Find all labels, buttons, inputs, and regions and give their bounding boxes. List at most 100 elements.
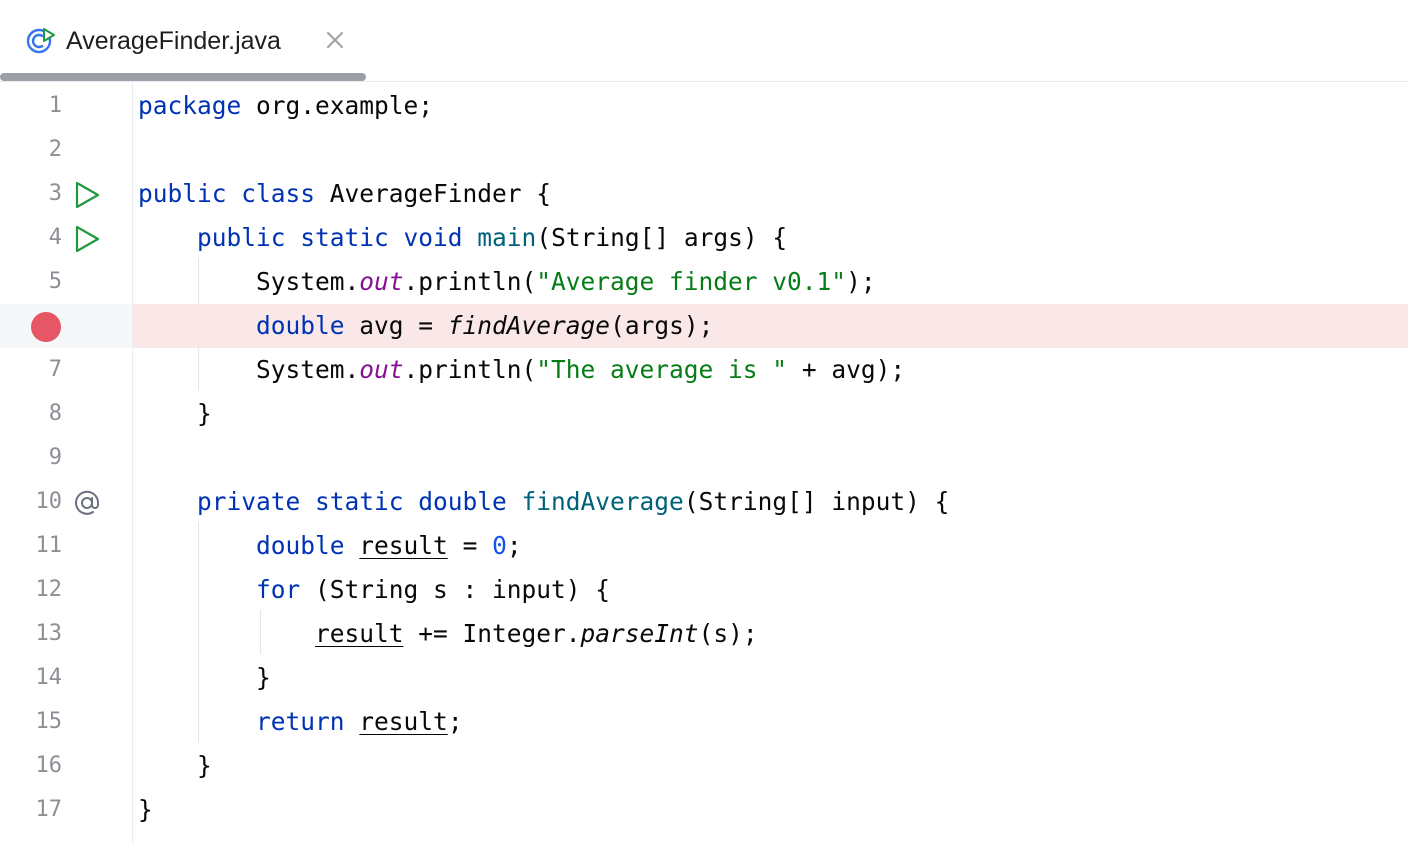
line-number[interactable]: 4 xyxy=(0,216,62,260)
line-number[interactable]: 3 xyxy=(0,172,62,216)
code-token-ul: result xyxy=(315,619,404,648)
code-token-ul: result xyxy=(359,707,448,736)
editor-tab-bar: AverageFinder.java xyxy=(0,0,1408,82)
code-line[interactable]: 13 result += Integer.parseInt(s); xyxy=(0,612,1408,656)
code-token: = xyxy=(447,531,493,560)
code-token-kw: public class xyxy=(138,179,316,208)
code-line[interactable]: 17} xyxy=(0,788,1408,832)
code-token-ital: parseInt xyxy=(580,619,699,648)
code-line[interactable]: 12 for (String s : input) { xyxy=(0,568,1408,612)
code-token-kw: for xyxy=(256,575,301,604)
code-text[interactable]: private static double findAverage(String… xyxy=(138,480,949,524)
code-token: (String[] args) { xyxy=(536,223,788,252)
code-editor[interactable]: 1 package org.example; 2 3 public class Aver… xyxy=(0,82,1408,844)
line-number[interactable]: 13 xyxy=(0,612,63,656)
line-number[interactable]: 14 xyxy=(0,656,63,700)
code-token: ); xyxy=(846,267,876,296)
code-token-kw: private static double xyxy=(197,487,507,516)
line-number[interactable]: 2 xyxy=(0,128,62,172)
usages-icon[interactable] xyxy=(72,488,102,518)
line-number[interactable]: 10 xyxy=(0,480,63,524)
code-token-mdecl: findAverage xyxy=(521,487,684,516)
code-token: } xyxy=(138,795,153,824)
code-line[interactable]: 11 double result = 0; xyxy=(0,524,1408,568)
code-token-kw: package xyxy=(138,91,242,120)
breakpoint-icon[interactable] xyxy=(31,312,61,342)
code-line-breakpoint[interactable]: double avg = findAverage(args); xyxy=(0,304,1408,348)
code-text[interactable]: } xyxy=(138,656,271,700)
tab-title: AverageFinder.java xyxy=(66,27,281,55)
code-token: } xyxy=(138,399,212,428)
code-line[interactable]: 14 } xyxy=(0,656,1408,700)
code-line[interactable]: 2 xyxy=(0,128,1408,172)
code-text[interactable]: package org.example; xyxy=(138,84,433,128)
code-token: avg = xyxy=(344,311,448,340)
code-line[interactable]: 16 } xyxy=(0,744,1408,788)
code-line[interactable]: 4 public static void main(String[] args)… xyxy=(0,216,1408,260)
code-text[interactable]: result += Integer.parseInt(s); xyxy=(138,612,758,656)
code-text[interactable]: return result; xyxy=(138,700,463,744)
code-token: .println( xyxy=(403,267,537,296)
code-line[interactable]: 15 return result; xyxy=(0,700,1408,744)
code-line[interactable]: 1 package org.example; xyxy=(0,84,1408,128)
code-text[interactable]: double result = 0; xyxy=(138,524,522,568)
code-token: System. xyxy=(138,355,360,384)
code-line[interactable]: 10 private static double findAverage(Str… xyxy=(0,480,1408,524)
code-line[interactable]: 9 xyxy=(0,436,1408,480)
code-token-kw: return xyxy=(256,707,345,736)
code-token-str: "The average is " xyxy=(536,355,788,384)
code-text[interactable]: for (String s : input) { xyxy=(138,568,610,612)
line-number[interactable]: 7 xyxy=(0,348,62,392)
code-text[interactable]: } xyxy=(138,744,212,788)
code-token-fld: out xyxy=(359,267,404,296)
code-line[interactable]: 5 System.out.println("Average finder v0.… xyxy=(0,260,1408,304)
line-number[interactable]: 15 xyxy=(0,700,63,744)
code-text[interactable]: } xyxy=(138,392,212,436)
active-tab-indicator xyxy=(0,73,366,81)
code-text[interactable]: } xyxy=(138,788,153,832)
code-text[interactable]: public static void main(String[] args) { xyxy=(138,216,787,260)
java-class-run-icon xyxy=(26,28,55,54)
line-number[interactable]: 12 xyxy=(0,568,63,612)
code-token: } xyxy=(138,751,212,780)
code-token: += Integer. xyxy=(403,619,581,648)
code-text[interactable]: System.out.println("The average is " + a… xyxy=(138,348,905,392)
code-token-ul: result xyxy=(359,531,448,560)
line-number[interactable]: 8 xyxy=(0,392,62,436)
code-token: (String[] input) { xyxy=(683,487,950,516)
code-token: (s); xyxy=(698,619,758,648)
code-token-kw: public static void xyxy=(197,223,463,252)
code-token: } xyxy=(138,663,271,692)
line-number[interactable]: 9 xyxy=(0,436,62,480)
code-token: org.example; xyxy=(241,91,434,120)
line-number[interactable]: 11 xyxy=(0,524,63,568)
line-number[interactable]: 16 xyxy=(0,744,63,788)
code-token: ; xyxy=(447,707,463,736)
code-token-fld: out xyxy=(359,355,404,384)
code-line[interactable]: 7 System.out.println("The average is " +… xyxy=(0,348,1408,392)
close-icon[interactable] xyxy=(322,27,348,53)
code-token: System. xyxy=(138,267,360,296)
code-line[interactable]: 3 public class AverageFinder { xyxy=(0,172,1408,216)
line-number[interactable]: 1 xyxy=(0,84,62,128)
code-token-str: "Average finder v0.1" xyxy=(536,267,847,296)
tab-averagefinder-java[interactable]: AverageFinder.java xyxy=(0,0,366,82)
code-text[interactable]: double avg = findAverage(args); xyxy=(138,304,713,348)
run-icon[interactable] xyxy=(72,224,102,254)
code-line[interactable]: 8 } xyxy=(0,392,1408,436)
run-icon[interactable] xyxy=(72,180,102,210)
line-number[interactable]: 5 xyxy=(0,260,62,304)
code-token-mdecl: main xyxy=(477,223,537,252)
line-number[interactable]: 17 xyxy=(0,788,63,832)
code-text[interactable]: System.out.println("Average finder v0.1"… xyxy=(138,260,876,304)
code-text[interactable]: public class AverageFinder { xyxy=(138,172,551,216)
